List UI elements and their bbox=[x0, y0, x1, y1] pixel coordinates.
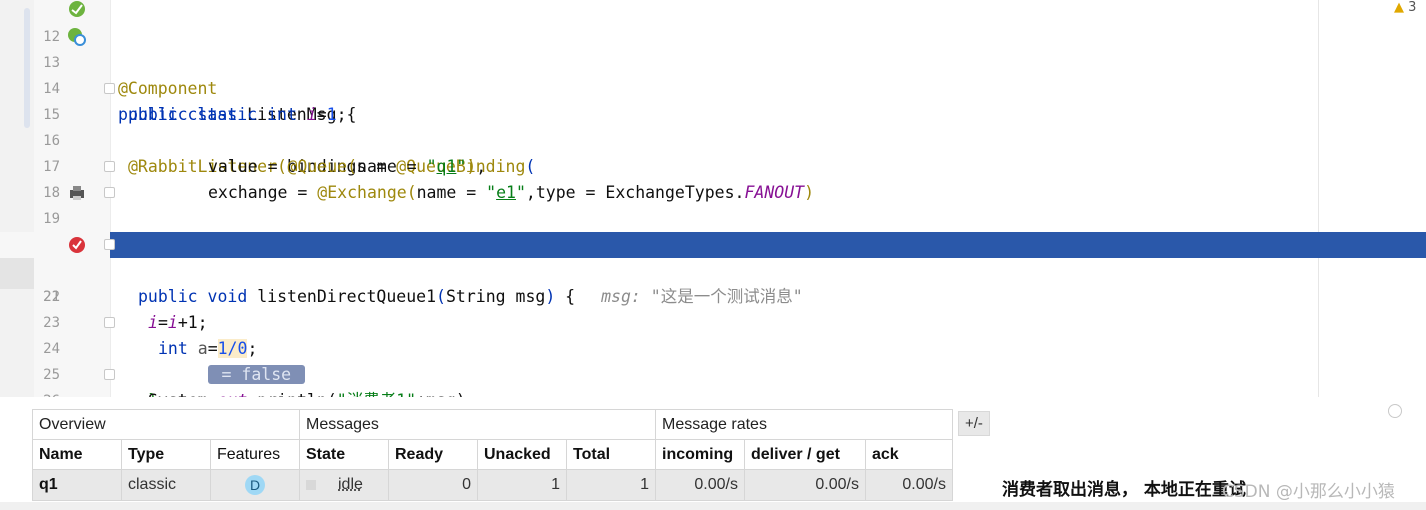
queue-state: idle bbox=[338, 476, 363, 493]
breakpoint-icon[interactable] bbox=[66, 234, 88, 256]
queue-type: classic bbox=[121, 469, 211, 501]
code-line[interactable]: 26 } bbox=[0, 362, 1426, 462]
total-count: 1 bbox=[566, 469, 656, 501]
code-line[interactable]: 16 value = @Queue(name = "q1"), bbox=[0, 102, 1426, 176]
code-line[interactable]: 14 public static int i=1; bbox=[0, 50, 1426, 124]
fold-icon[interactable] bbox=[104, 187, 115, 198]
col-state[interactable]: State bbox=[299, 439, 389, 470]
fold-icon[interactable] bbox=[104, 369, 115, 380]
col-total[interactable]: Total bbox=[566, 439, 656, 470]
code-line[interactable]: 25 System.out.println("消费者1"+msg); bbox=[0, 336, 1426, 410]
durable-feature-badge: D bbox=[245, 475, 265, 495]
group-overview: Overview bbox=[32, 409, 300, 440]
group-messages: Messages bbox=[299, 409, 656, 440]
fold-icon[interactable] bbox=[104, 239, 115, 250]
group-message-rates: Message rates bbox=[655, 409, 953, 440]
col-deliver-get[interactable]: deliver / get bbox=[744, 439, 866, 470]
code-editor[interactable]: ▲ 3 12 @Component 13 public class Listen… bbox=[0, 0, 1426, 462]
fold-icon[interactable] bbox=[104, 83, 115, 94]
code-line[interactable]: 18 )) bbox=[0, 154, 1426, 254]
state-indicator bbox=[306, 479, 316, 490]
deliver-get-rate: 0.00/s bbox=[744, 469, 866, 501]
code-line[interactable]: 24 } bbox=[0, 310, 1426, 410]
settings-circle-icon[interactable] bbox=[1388, 404, 1402, 418]
print-icon[interactable] bbox=[66, 182, 88, 204]
fold-icon[interactable] bbox=[104, 161, 115, 172]
current-execution-line[interactable]: 21 if(i<2 = false ){ bbox=[0, 232, 1426, 384]
annotation-caption: 消费者取出消息， 本地正在重试 bbox=[1002, 480, 1246, 500]
ack-rate: 0.00/s bbox=[865, 469, 953, 501]
code-line[interactable]: 19 public void listenDirectQueue1(String… bbox=[0, 180, 1426, 306]
fold-icon[interactable] bbox=[104, 317, 115, 328]
spring-bean-icon[interactable] bbox=[66, 0, 88, 22]
column-toggle-button[interactable]: +/- bbox=[958, 411, 990, 436]
col-type[interactable]: Type bbox=[121, 439, 211, 470]
debugger-tab-strip bbox=[0, 502, 1426, 510]
code-line[interactable]: 13 public class ListenMsg { bbox=[0, 24, 1426, 124]
rabbitmq-queues-panel: Overview Messages Message rates Name Typ… bbox=[0, 397, 1426, 510]
table-row[interactable]: q1 classic D idle 0 1 1 0.00/s 0.00/s 0.… bbox=[32, 469, 953, 501]
col-incoming[interactable]: incoming bbox=[655, 439, 745, 470]
col-ready[interactable]: Ready bbox=[388, 439, 478, 470]
code-line[interactable]: 22 i=i+1; bbox=[0, 258, 1426, 332]
code-line[interactable]: 20 bbox=[0, 206, 1426, 253]
code-line[interactable]: 17 exchange = @Exchange(name = "e1",type… bbox=[0, 128, 1426, 202]
table-group-row: Overview Messages Message rates bbox=[32, 409, 953, 440]
table-header-row: Name Type Features State Ready Unacked T… bbox=[32, 439, 953, 470]
spring-bean-search-icon[interactable] bbox=[66, 26, 88, 48]
col-name[interactable]: Name bbox=[32, 439, 122, 470]
col-unacked[interactable]: Unacked bbox=[477, 439, 567, 470]
unacked-count: 1 bbox=[477, 469, 567, 501]
incoming-rate: 0.00/s bbox=[655, 469, 745, 501]
code-line[interactable]: 12 @Component bbox=[0, 0, 1426, 98]
col-ack[interactable]: ack bbox=[865, 439, 953, 470]
code-line[interactable]: 15 @RabbitListener(bindings = @QueueBind… bbox=[0, 76, 1426, 176]
queue-name-link[interactable]: q1 bbox=[32, 469, 122, 501]
code-line[interactable]: 23 int a=1/0; bbox=[0, 284, 1426, 358]
queues-table: Overview Messages Message rates Name Typ… bbox=[32, 409, 953, 501]
col-features[interactable]: Features bbox=[210, 439, 300, 470]
watermark: CSDN @小那么小小猿 bbox=[1222, 482, 1395, 502]
ready-count: 0 bbox=[388, 469, 478, 501]
